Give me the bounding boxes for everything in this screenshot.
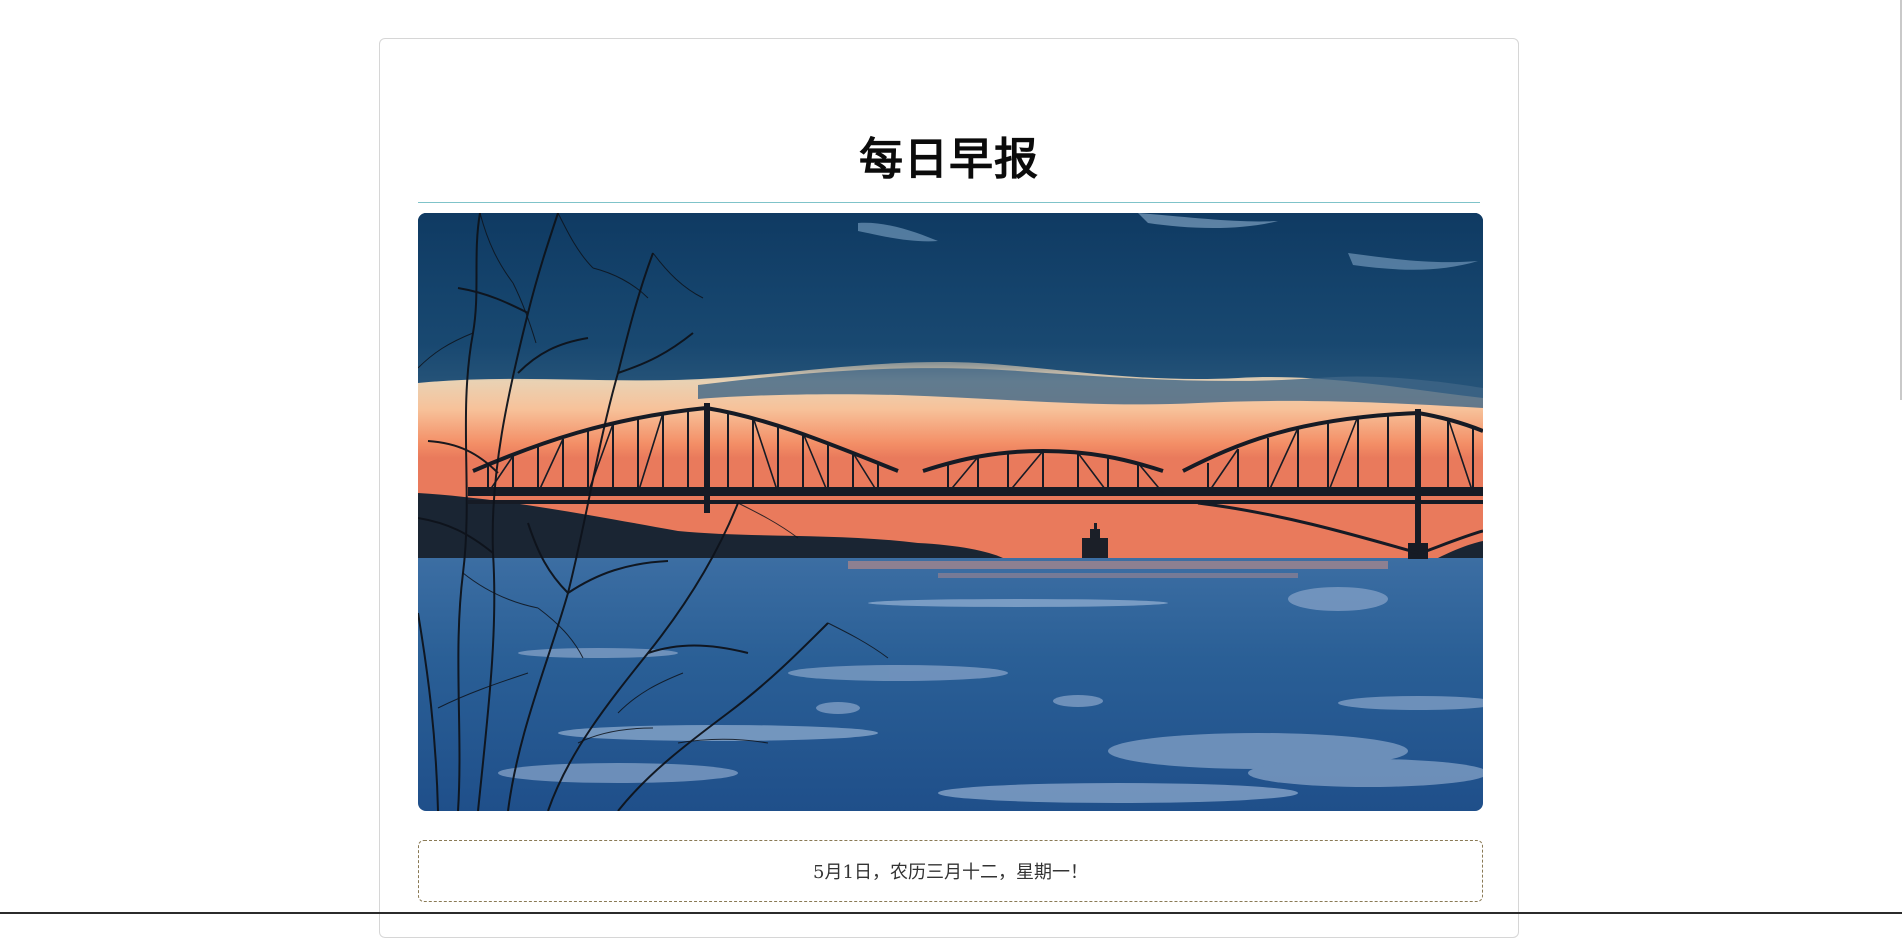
title-divider bbox=[418, 202, 1480, 203]
date-text: 5月1日，农历三月十二，星期一！ bbox=[813, 862, 1088, 883]
date-banner: 5月1日，农历三月十二，星期一！ bbox=[418, 840, 1483, 902]
page-title: 每日早报 bbox=[859, 134, 1039, 185]
hero-photo bbox=[418, 213, 1483, 811]
report-card: 每日早报 5月1日，农历三月十二，星期一！ bbox=[379, 38, 1519, 938]
